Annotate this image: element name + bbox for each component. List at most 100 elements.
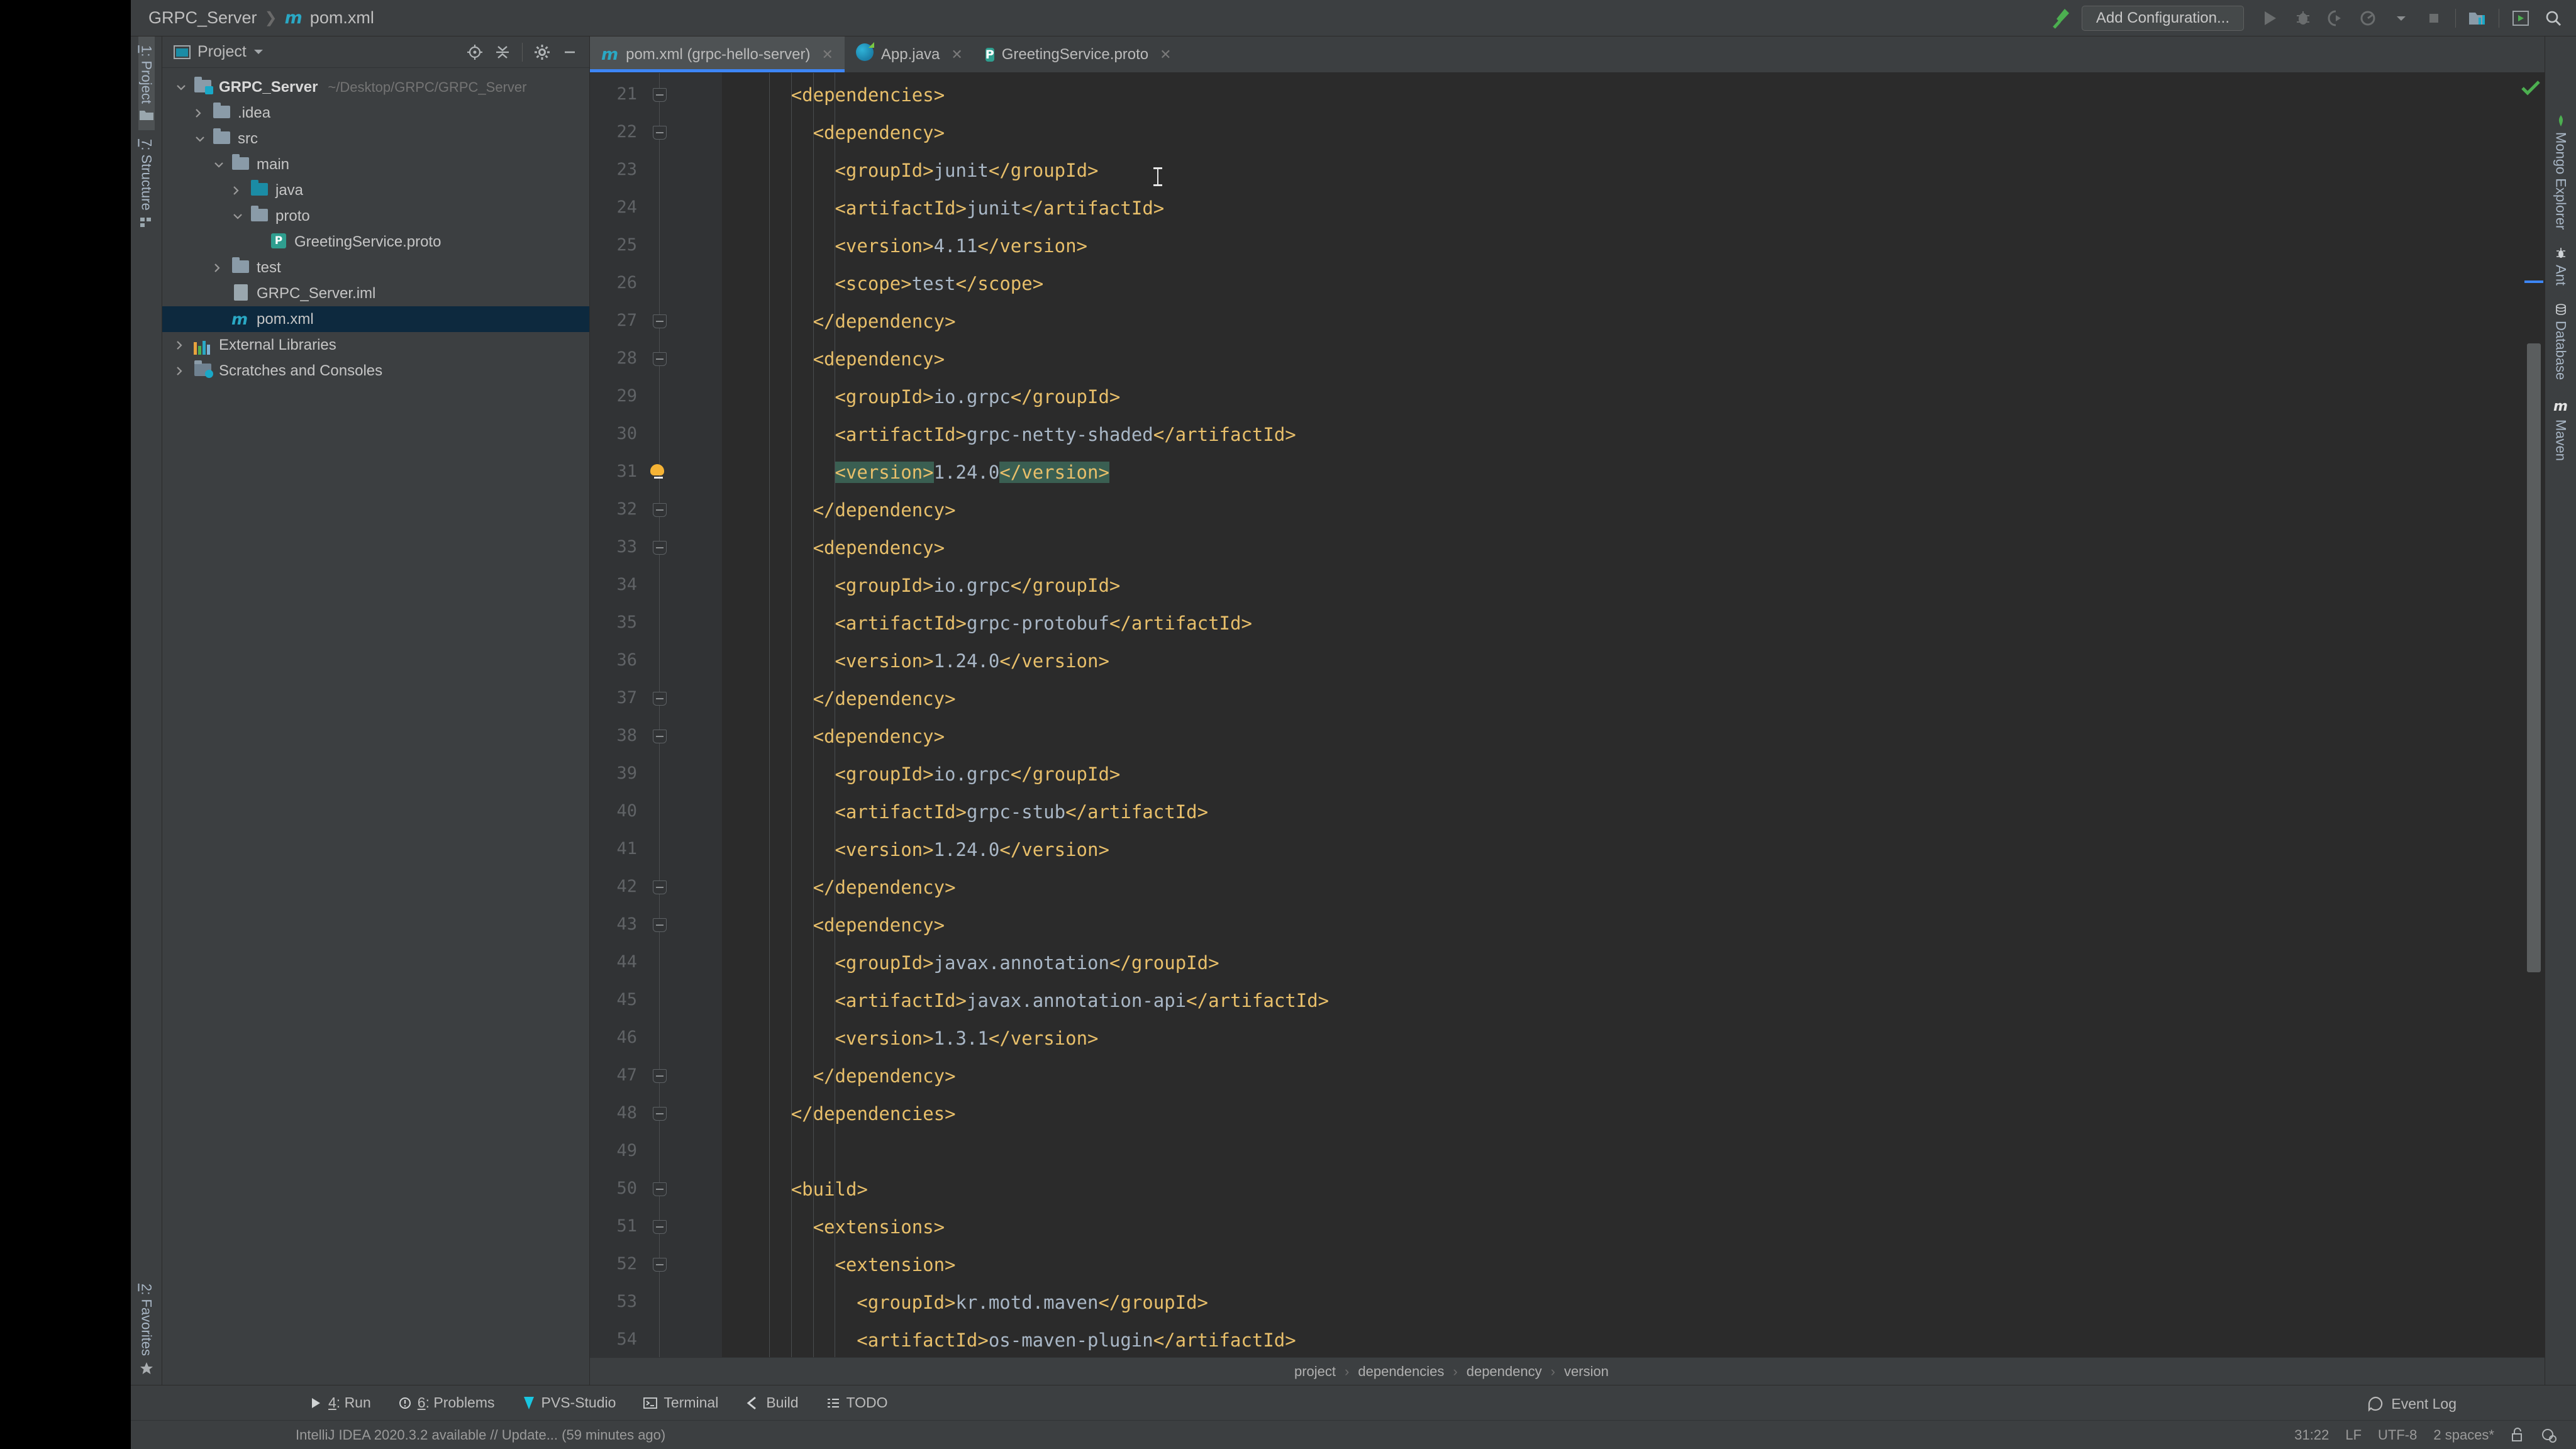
tree-expand-arrow[interactable] (233, 186, 250, 196)
tree-item-pom-xml[interactable]: mpom.xml (162, 306, 589, 332)
tree-item-grpc-server-iml[interactable]: GRPC_Server.iml (162, 280, 589, 306)
code-line[interactable]: <dependency> (747, 537, 945, 558)
tree-expand-arrow[interactable] (214, 263, 231, 273)
tool-window-pvs-studio[interactable]: PVS-Studio (509, 1385, 630, 1421)
breadcrumb-project[interactable]: project (1294, 1363, 1336, 1380)
fold-toggle-icon[interactable] (653, 352, 667, 366)
fold-toggle-icon[interactable] (653, 880, 667, 894)
close-icon[interactable]: ✕ (821, 47, 833, 63)
search-everywhere-icon[interactable] (2537, 2, 2570, 35)
updates-icon[interactable] (2504, 2, 2537, 35)
code-line[interactable]: <groupId>junit</groupId> (747, 160, 1099, 181)
code-line[interactable]: <version>1.24.0</version> (747, 839, 1109, 860)
collapse-all-icon[interactable] (489, 39, 516, 65)
code-line[interactable]: <version>1.24.0</version> (747, 650, 1109, 672)
fold-toggle-icon[interactable] (653, 88, 667, 102)
editor-tab-greetingservice-proto[interactable]: PGreetingService.proto✕ (974, 36, 1183, 72)
status-message[interactable]: IntelliJ IDEA 2020.3.2 available // Upda… (296, 1427, 665, 1443)
code-line[interactable]: <dependency> (747, 726, 945, 747)
chevron-down-icon[interactable] (253, 48, 264, 55)
tree-item-grpc-server[interactable]: GRPC_Server~/Desktop/GRPC/GRPC_Server (162, 74, 589, 100)
code-line[interactable]: <version>1.3.1</version> (747, 1028, 1099, 1049)
code-line[interactable]: <artifactId>os-maven-plugin</artifactId> (747, 1330, 1296, 1351)
sidebar-item-structure[interactable]: 7: Structure (138, 130, 155, 237)
file-encoding[interactable]: UTF-8 (2378, 1427, 2417, 1443)
tree-expand-arrow[interactable] (195, 108, 213, 118)
tree-expand-arrow[interactable] (176, 366, 194, 376)
event-log-button[interactable]: Event Log (2367, 1396, 2457, 1413)
caret-position[interactable]: 31:22 (2294, 1427, 2329, 1443)
tree-expand-arrow[interactable] (214, 162, 231, 168)
fold-toggle-icon[interactable] (653, 503, 667, 517)
tool-window-6-problems[interactable]: 6: Problems (385, 1385, 509, 1421)
tree-expand-arrow[interactable] (176, 340, 194, 350)
code-line[interactable]: <artifactId>grpc-netty-shaded</artifactI… (747, 424, 1296, 445)
code-content[interactable]: <dependencies> <dependency> <groupId>junit… (722, 73, 2523, 1357)
code-editor[interactable]: 2122232425262728293031323334353637383940… (590, 73, 2545, 1357)
tool-window-todo[interactable]: TODO (813, 1385, 902, 1421)
fold-toggle-icon[interactable] (653, 541, 667, 555)
tree-item-scratches-and-consoles[interactable]: Scratches and Consoles (162, 358, 589, 384)
close-icon[interactable]: ✕ (1160, 47, 1171, 63)
code-line[interactable]: <dependencies> (747, 84, 945, 106)
close-icon[interactable]: ✕ (951, 47, 962, 63)
intention-bulb-icon[interactable] (650, 464, 667, 480)
code-line[interactable]: <version>4.11</version> (747, 235, 1087, 257)
chevron-down-icon[interactable] (2385, 2, 2418, 35)
project-tree[interactable]: GRPC_Server~/Desktop/GRPC/GRPC_Server.id… (162, 68, 589, 1385)
code-line[interactable]: <dependency> (747, 914, 945, 936)
fold-toggle-icon[interactable] (653, 692, 667, 706)
breadcrumb-project-name[interactable]: GRPC_Server (148, 8, 257, 28)
breadcrumb-file-name[interactable]: pom.xml (310, 8, 374, 28)
run-icon[interactable] (2254, 2, 2287, 35)
tree-item-src[interactable]: src (162, 126, 589, 152)
tool-window-build[interactable]: Build (732, 1385, 812, 1421)
project-structure-icon[interactable] (2461, 2, 2494, 35)
fold-toggle-icon[interactable] (653, 1107, 667, 1121)
right-rail-item-maven[interactable]: mMaven (2553, 389, 2569, 470)
project-view-selector[interactable]: Project (174, 43, 264, 61)
code-line[interactable]: </dependency> (747, 688, 956, 709)
minimize-icon[interactable] (557, 39, 583, 65)
fold-toggle-icon[interactable] (653, 730, 667, 743)
tree-item-idea[interactable]: .idea (162, 100, 589, 126)
run-coverage-icon[interactable] (2319, 2, 2352, 35)
fold-toggle-icon[interactable] (653, 1258, 667, 1272)
tree-item-java[interactable]: java (162, 177, 589, 203)
gear-icon[interactable] (529, 39, 555, 65)
lock-icon[interactable] (2511, 1428, 2524, 1443)
code-line[interactable]: </dependencies> (747, 1103, 956, 1124)
code-line[interactable]: </dependency> (747, 499, 956, 521)
code-line[interactable]: </dependency> (747, 877, 956, 898)
tree-expand-arrow[interactable] (233, 213, 250, 219)
code-line[interactable]: <artifactId>grpc-protobuf</artifactId> (747, 613, 1252, 634)
code-line[interactable]: <groupId>kr.motd.maven</groupId> (747, 1292, 1208, 1313)
breadcrumb-dependency[interactable]: dependency (1467, 1363, 1542, 1380)
code-line[interactable]: <version>1.24.0</version> (747, 462, 1109, 483)
tree-item-main[interactable]: main (162, 152, 589, 177)
tree-item-proto[interactable]: proto (162, 203, 589, 229)
code-line[interactable]: <artifactId>junit</artifactId> (747, 197, 1164, 219)
tree-expand-arrow[interactable] (195, 136, 213, 142)
tool-window-4-run[interactable]: 4: Run (296, 1385, 385, 1421)
editor-tab-pom-xml[interactable]: mpom.xml (grpc-hello-server)✕ (590, 36, 845, 72)
editor-tab-app-java[interactable]: App.java✕ (845, 36, 974, 72)
error-stripe-marker-bar[interactable] (2523, 73, 2545, 1357)
tree-item-external-libraries[interactable]: External Libraries (162, 332, 589, 358)
breadcrumb-version[interactable]: version (1564, 1363, 1609, 1380)
indent-setting[interactable]: 2 spaces* (2433, 1427, 2494, 1443)
add-configuration-button[interactable]: Add Configuration... (2082, 6, 2244, 31)
profile-icon[interactable] (2352, 2, 2385, 35)
code-line[interactable]: <groupId>io.grpc</groupId> (747, 386, 1120, 408)
sidebar-item-project[interactable]: 1: Project (138, 36, 155, 130)
code-line[interactable]: <build> (747, 1179, 868, 1200)
code-line[interactable]: </dependency> (747, 311, 956, 332)
code-line[interactable]: <groupId>io.grpc</groupId> (747, 763, 1120, 785)
fold-toggle-icon[interactable] (653, 126, 667, 140)
code-line[interactable]: <dependency> (747, 122, 945, 143)
code-line[interactable]: <extensions> (747, 1216, 945, 1238)
fold-toggle-icon[interactable] (653, 918, 667, 932)
code-line[interactable]: <artifactId>grpc-stub</artifactId> (747, 801, 1208, 823)
sidebar-item-favorites[interactable]: 2: Favorites (138, 1275, 155, 1385)
breadcrumb-dependencies[interactable]: dependencies (1358, 1363, 1444, 1380)
